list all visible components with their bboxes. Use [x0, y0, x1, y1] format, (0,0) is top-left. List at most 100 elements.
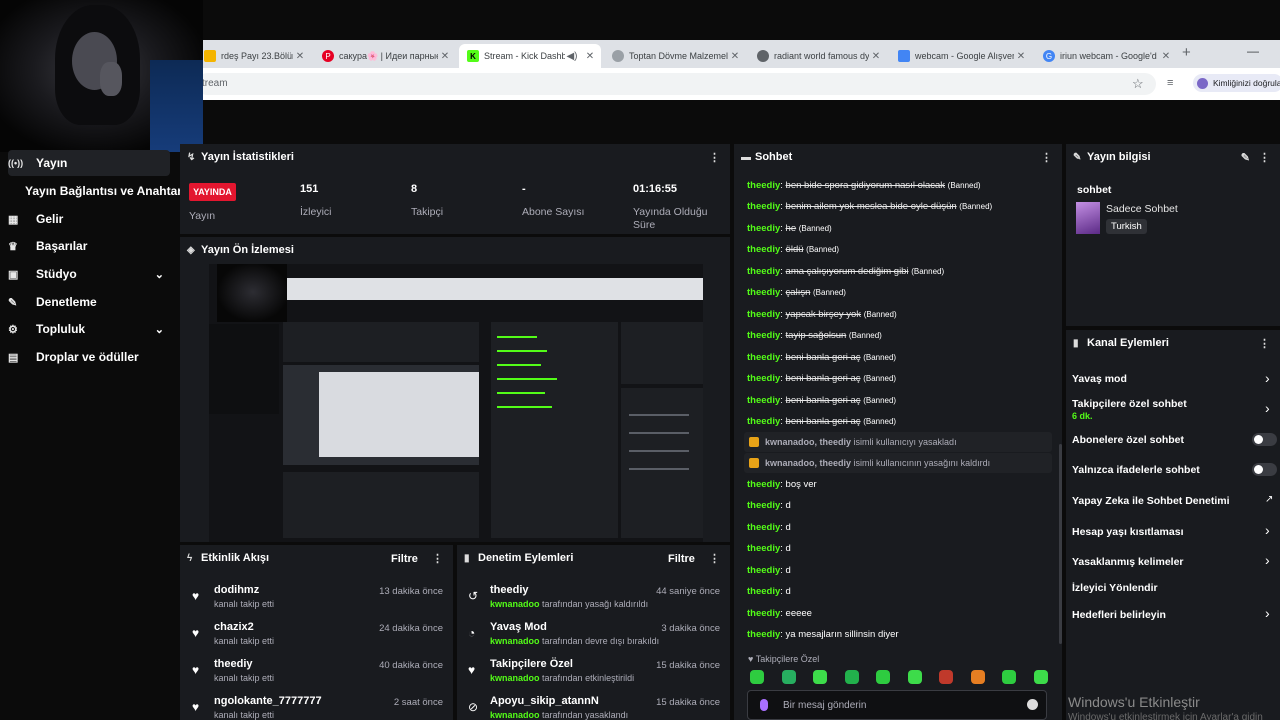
- emote-icon[interactable]: [844, 670, 859, 684]
- emote-icon[interactable]: [781, 670, 796, 684]
- chat-username[interactable]: theediy: [747, 223, 780, 234]
- emote-icon[interactable]: [907, 670, 922, 684]
- close-icon[interactable]: ✕: [869, 51, 883, 62]
- close-icon[interactable]: ✕: [1014, 51, 1028, 62]
- browser-tab[interactable]: webcam - Google Alışver ✕: [890, 44, 1032, 68]
- emote-icon[interactable]: [1033, 670, 1048, 684]
- event-user[interactable]: ngolokante_7777777: [214, 695, 322, 707]
- chat-scrollbar[interactable]: [1059, 444, 1062, 644]
- chat-username[interactable]: theediy: [747, 629, 780, 640]
- chat-username[interactable]: theediy: [747, 287, 780, 298]
- chat-username[interactable]: theediy: [747, 543, 780, 554]
- chat-username[interactable]: theediy: [747, 180, 780, 191]
- emote-icon[interactable]: [1002, 670, 1016, 684]
- close-icon[interactable]: ✕: [728, 51, 742, 62]
- browser-tab[interactable]: Pсакура🌸 | Идеи парные ✕: [314, 44, 456, 68]
- browser-tab[interactable]: Toptan Dövme Malzemel ✕: [604, 44, 746, 68]
- sidebar-item-gelir[interactable]: ▦ Gelir: [8, 206, 170, 232]
- emote-icon[interactable]: [750, 670, 764, 684]
- close-icon[interactable]: ✕: [583, 51, 597, 62]
- sidebar-item-denetleme[interactable]: ✎ Denetleme: [8, 289, 170, 315]
- action-raid[interactable]: İzleyici Yönlendir: [1072, 582, 1158, 594]
- browser-tab[interactable]: radiant world famous dy ✕: [749, 44, 887, 68]
- sidebar-item-yayin[interactable]: ((•)) Yayın: [8, 150, 170, 176]
- sidebar-item-studyo[interactable]: ▣ Stüdyo ⌄: [8, 261, 170, 287]
- sidebar-subitem-stream-key[interactable]: Yayın Bağlantısı ve Anahtarı: [25, 184, 185, 198]
- action-emote-only[interactable]: Yalnızca ifadelerle sohbet: [1072, 464, 1200, 476]
- microphone-icon[interactable]: [760, 699, 768, 711]
- chat-username[interactable]: theediy: [747, 266, 780, 277]
- verify-identity-button[interactable]: Kimliğinizi doğrula: [1193, 74, 1280, 92]
- chevron-right-icon[interactable]: ›: [1265, 552, 1270, 568]
- moderation-target[interactable]: Takipçilere Özel: [490, 658, 573, 670]
- emote-icon[interactable]: [970, 670, 985, 684]
- reading-list-icon[interactable]: ≡: [1167, 77, 1173, 89]
- chat-username[interactable]: theediy: [747, 395, 780, 406]
- chat-username[interactable]: theediy: [747, 608, 780, 619]
- address-input[interactable]: [196, 73, 1156, 95]
- emote-only-toggle[interactable]: [1252, 463, 1277, 476]
- action-set-goals[interactable]: Hedefleri belirleyin: [1072, 609, 1166, 621]
- emote-icon[interactable]: [939, 670, 953, 684]
- action-ai-moderation[interactable]: Yapay Zeka ile Sohbet Denetimi: [1072, 495, 1230, 507]
- subscribers-only-toggle[interactable]: [1252, 433, 1277, 446]
- chevron-right-icon[interactable]: ›: [1265, 400, 1270, 416]
- more-options-icon[interactable]: ⋮: [709, 552, 720, 565]
- browser-tab[interactable]: rdeş Payı 23.Bölüm (Biz✕: [196, 44, 311, 68]
- action-followers-only[interactable]: Takipçilere özel sohbet 6 dk.: [1072, 398, 1187, 421]
- chat-username[interactable]: theediy: [747, 244, 780, 255]
- edit-icon[interactable]: ✎: [1241, 151, 1250, 164]
- chat-username[interactable]: theediy: [747, 522, 780, 533]
- chat-username[interactable]: theediy: [747, 330, 780, 341]
- sidebar-item-topluluk[interactable]: ⚙ Topluluk ⌄: [8, 316, 170, 342]
- chat-username[interactable]: theediy: [747, 416, 780, 427]
- moderation-target[interactable]: Yavaş Mod: [490, 621, 547, 633]
- more-options-icon[interactable]: ⋮: [1041, 151, 1052, 164]
- sidebar-item-basarilar[interactable]: ♛ Başarılar: [8, 233, 170, 259]
- new-tab-icon[interactable]: +: [1182, 44, 1191, 61]
- chevron-right-icon[interactable]: ›: [1265, 370, 1270, 386]
- chevron-down-icon[interactable]: ⌄: [155, 268, 164, 281]
- event-filter-button[interactable]: Filtre: [391, 553, 418, 565]
- more-options-icon[interactable]: ⋮: [432, 552, 443, 565]
- moderation-target[interactable]: theediy: [490, 584, 529, 596]
- emote-icon[interactable]: [813, 670, 827, 684]
- chat-username[interactable]: theediy: [747, 479, 780, 490]
- chat-username[interactable]: theediy: [747, 352, 780, 363]
- event-user[interactable]: chazix2: [214, 621, 254, 633]
- emoji-icon[interactable]: [1027, 699, 1038, 710]
- chat-input[interactable]: Bir mesaj gönderin: [747, 690, 1047, 720]
- moderation-target[interactable]: Apoyu_sikip_atannN: [490, 695, 599, 707]
- chat-username[interactable]: theediy: [747, 373, 780, 384]
- stream-preview-video[interactable]: [209, 264, 703, 542]
- action-banned-words[interactable]: Yasaklanmış kelimeler: [1072, 556, 1184, 568]
- chevron-down-icon[interactable]: ⌄: [155, 323, 164, 336]
- more-options-icon[interactable]: ⋮: [1259, 151, 1270, 164]
- browser-tab-active[interactable]: K Stream - Kick Dashbo ◀) ✕: [459, 44, 601, 68]
- external-link-icon[interactable]: ↗: [1265, 494, 1273, 505]
- more-options-icon[interactable]: ⋮: [1259, 337, 1270, 350]
- stream-category[interactable]: Sadece Sohbet: [1106, 203, 1178, 215]
- chevron-right-icon[interactable]: ›: [1265, 522, 1270, 538]
- close-icon[interactable]: ✕: [293, 51, 307, 62]
- chat-username[interactable]: theediy: [747, 309, 780, 320]
- speaker-icon[interactable]: ◀): [565, 51, 579, 62]
- event-user[interactable]: dodihmz: [214, 584, 259, 596]
- close-icon[interactable]: ✕: [438, 51, 452, 62]
- browser-tab[interactable]: Giriun webcam - Google'd ✕: [1035, 44, 1177, 68]
- sidebar-item-droplar[interactable]: ▤ Droplar ve ödüller: [8, 344, 170, 370]
- chat-username[interactable]: theediy: [747, 586, 780, 597]
- chat-username[interactable]: theediy: [747, 500, 780, 511]
- minimize-icon[interactable]: —: [1247, 44, 1259, 58]
- emote-icon[interactable]: [876, 670, 890, 684]
- chat-username[interactable]: theediy: [747, 565, 780, 576]
- star-icon[interactable]: ☆: [1132, 76, 1144, 92]
- action-slow-mode[interactable]: Yavaş mod: [1072, 373, 1127, 385]
- close-icon[interactable]: ✕: [1159, 51, 1173, 62]
- event-user[interactable]: theediy: [214, 658, 253, 670]
- moderation-filter-button[interactable]: Filtre: [668, 553, 695, 565]
- more-options-icon[interactable]: ⋮: [709, 151, 720, 164]
- action-subscribers-only[interactable]: Abonelere özel sohbet: [1072, 434, 1184, 446]
- action-account-age[interactable]: Hesap yaşı kısıtlaması: [1072, 526, 1184, 538]
- chat-username[interactable]: theediy: [747, 201, 780, 212]
